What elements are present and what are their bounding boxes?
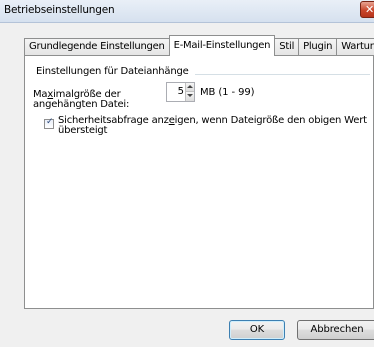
checkmark-icon: ✓ bbox=[46, 117, 54, 127]
tab-email-einstellungen[interactable]: E-Mail-Einstellungen bbox=[168, 35, 276, 56]
tab-strip: Grundlegende Einstellungen E-Mail-Einste… bbox=[24, 35, 374, 56]
attachments-group-title: Einstellungen für Dateianhänge bbox=[36, 66, 195, 77]
tab-wartung[interactable]: Wartung bbox=[336, 38, 374, 56]
settings-dialog: Betriebseinstellungen ✕ Grundlegende Ein… bbox=[0, 0, 374, 347]
cancel-button[interactable]: Abbrechen bbox=[297, 320, 374, 340]
confirm-size-label[interactable]: Sicherheitsabfrage anzeigen, wenn Dateig… bbox=[58, 116, 374, 136]
chevron-down-icon bbox=[187, 94, 193, 97]
window-title: Betriebseinstellungen bbox=[4, 4, 115, 16]
stepper-up-button[interactable] bbox=[185, 83, 194, 92]
stepper-down-button[interactable] bbox=[185, 92, 194, 101]
confirm-size-checkbox[interactable]: ✓ bbox=[44, 117, 54, 129]
title-bar[interactable]: Betriebseinstellungen ✕ bbox=[0, 0, 374, 23]
max-size-unit: MB (1 - 99) bbox=[200, 87, 255, 98]
max-size-input[interactable]: 5 bbox=[178, 86, 184, 97]
stepper-arrows bbox=[185, 83, 194, 101]
confirm-label-line2: übersteigt bbox=[58, 125, 108, 136]
max-size-stepper[interactable]: 5 bbox=[166, 82, 195, 102]
tab-panel-email-settings: Einstellungen für Dateianhänge Maximalgr… bbox=[24, 55, 374, 309]
group-divider bbox=[195, 74, 370, 75]
max-size-label: Maximalgröße der angehängten Datei: bbox=[33, 90, 129, 110]
close-button[interactable]: ✕ bbox=[360, 1, 374, 18]
close-icon: ✕ bbox=[365, 3, 374, 16]
tab-plugin[interactable]: Plugin bbox=[298, 38, 338, 56]
confirm-label-part2: igen, wenn Dateigröße den obigen Wert bbox=[174, 115, 367, 126]
chevron-up-icon bbox=[187, 85, 193, 88]
tab-stil[interactable]: Stil bbox=[274, 38, 300, 56]
tab-grundlegende-einstellungen[interactable]: Grundlegende Einstellungen bbox=[24, 38, 170, 56]
ok-button[interactable]: OK bbox=[229, 320, 285, 340]
max-size-label-line2: angehängten Datei: bbox=[33, 99, 130, 110]
